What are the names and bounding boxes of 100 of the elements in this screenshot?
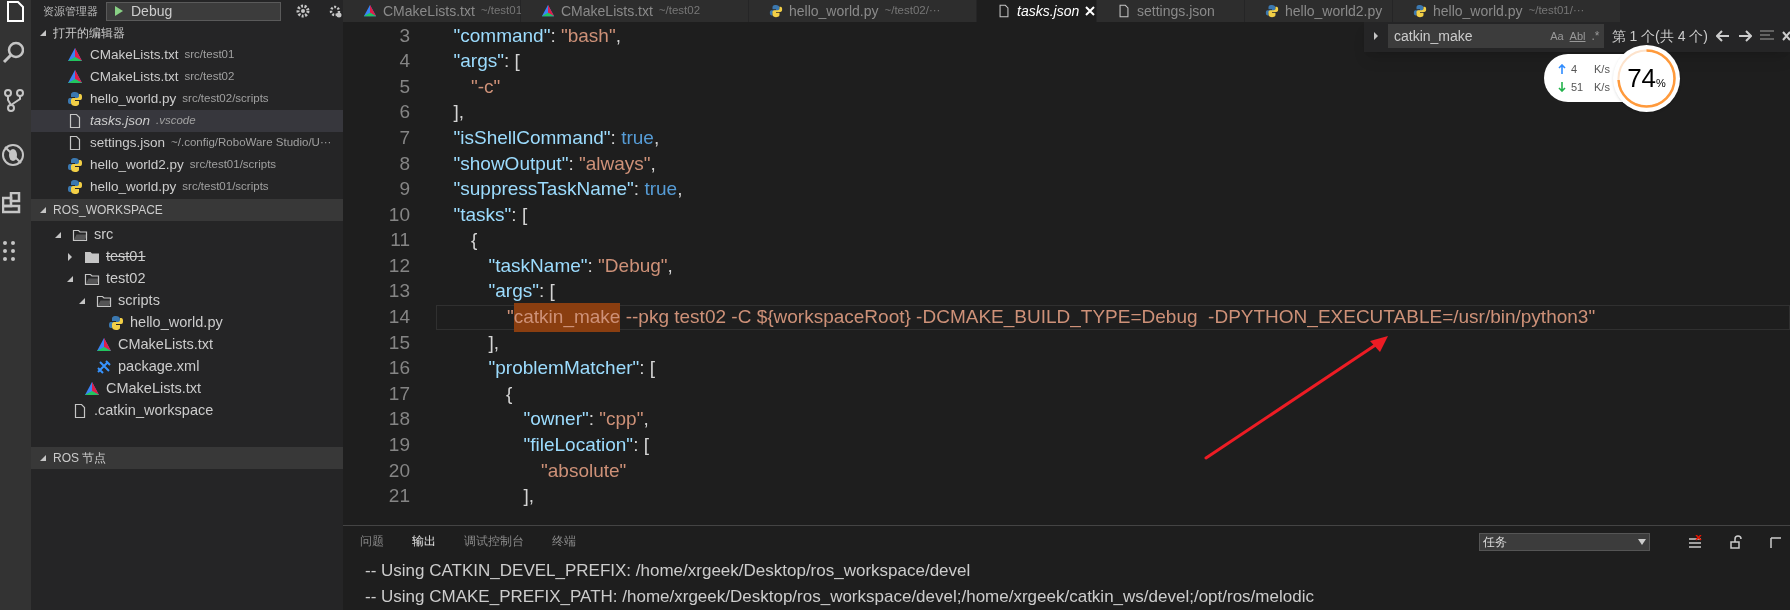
toggle-replace-icon[interactable] — [1372, 32, 1380, 40]
collapse-caret-icon[interactable] — [66, 275, 74, 283]
maximize-icon[interactable] — [1770, 535, 1782, 549]
python-icon — [769, 4, 783, 18]
settings-icon[interactable] — [327, 3, 343, 19]
regex-toggle[interactable]: .* — [1591, 27, 1600, 45]
collapse-caret-icon[interactable] — [78, 297, 86, 305]
dropdown-caret-icon — [1638, 539, 1646, 545]
folder-icon — [96, 293, 112, 309]
cmake-icon — [363, 4, 377, 18]
panel-tab[interactable]: 输出 — [412, 533, 436, 551]
gear-icon[interactable] — [295, 3, 311, 19]
line-number: 13 — [387, 279, 410, 304]
line-number: 19 — [387, 433, 410, 458]
search-icon[interactable] — [2, 40, 24, 64]
open-editor-item[interactable]: CMakeLists.txt src/test02 — [31, 66, 343, 88]
open-editor-item[interactable]: settings.json ~/.config/RoboWare Studio/U··· — [31, 132, 343, 154]
open-editor-item[interactable]: tasks.json .vscode — [31, 110, 343, 132]
file-icon — [67, 113, 83, 129]
whole-word-toggle[interactable]: Abl — [1569, 27, 1586, 45]
code-line: "tasks": [ — [452, 202, 528, 227]
section-header[interactable]: ROS_WORKSPACE — [31, 199, 343, 221]
selection-icon[interactable] — [1760, 30, 1774, 42]
editor-tab[interactable]: hello_world2.py — [1245, 0, 1393, 22]
line-number: 11 — [389, 228, 410, 253]
code-line: "owner": "cpp", — [522, 407, 649, 432]
file-item[interactable]: CMakeLists.txt — [31, 378, 343, 400]
collapse-caret-icon[interactable] — [39, 206, 47, 214]
line-number: 3 — [398, 23, 410, 48]
cmake-icon — [96, 337, 112, 353]
collapse-caret-icon[interactable] — [39, 29, 47, 37]
open-editor-item[interactable]: hello_world.py src/test01/scripts — [31, 176, 343, 198]
collapse-caret-icon[interactable] — [54, 231, 62, 239]
match-case-toggle[interactable]: Aa — [1550, 27, 1564, 45]
panel-tab[interactable]: 问题 — [360, 533, 384, 551]
no-bug-icon[interactable] — [2, 143, 24, 167]
down-arrow-icon — [1558, 82, 1566, 93]
python-icon — [67, 157, 83, 173]
folder-item[interactable]: test01 — [31, 246, 343, 268]
editor-tab[interactable]: hello_world.py ~/test01/··· — [1393, 0, 1621, 22]
sidebar-title: 资源管理器 — [43, 3, 98, 19]
expand-caret-icon[interactable] — [66, 253, 74, 261]
config-dropdown[interactable]: Debug — [106, 1, 281, 21]
collapse-caret-icon[interactable] — [39, 454, 47, 462]
panel-tab[interactable]: 终端 — [552, 533, 576, 551]
line-number: 14 — [387, 305, 410, 330]
file-item[interactable]: CMakeLists.txt — [31, 334, 343, 356]
code-line: "fileLocation": [ — [522, 433, 649, 458]
lock-icon[interactable] — [1730, 535, 1742, 549]
folder-item[interactable]: src — [31, 224, 343, 246]
panel-tab[interactable]: 调试控制台 — [464, 533, 524, 551]
file-item[interactable]: hello_world.py — [31, 312, 343, 334]
editor-tab[interactable]: settings.json — [1097, 0, 1245, 22]
open-editor-item[interactable]: hello_world.py src/test02/scripts — [31, 88, 343, 110]
speed-unit: K/s — [1594, 61, 1610, 77]
open-editor-item[interactable]: hello_world2.py src/test01/scripts — [31, 154, 343, 176]
line-number: 9 — [398, 177, 410, 202]
code-line: { — [505, 381, 513, 406]
match-count: 第 1 个(共 4 个) — [1611, 26, 1708, 46]
cmake-icon — [67, 47, 83, 63]
close-icon[interactable] — [1782, 30, 1790, 42]
editor-tab[interactable]: CMakeLists.txt ~/test02 — [521, 0, 749, 22]
usage-unit: % — [1656, 77, 1666, 92]
file-item[interactable]: package.xml — [31, 356, 343, 378]
line-number: 8 — [398, 151, 410, 176]
file-icon — [72, 403, 88, 419]
editor-tab[interactable]: tasks.json — [977, 0, 1097, 22]
code-line: ], — [487, 330, 500, 355]
clear-output-icon[interactable] — [1688, 535, 1702, 549]
line-number: 16 — [387, 356, 410, 381]
arrow-left-icon[interactable] — [1716, 30, 1730, 42]
line-number: 5 — [398, 74, 410, 99]
python-icon — [67, 179, 83, 195]
editor-tab[interactable]: hello_world.py ~/test02/··· — [749, 0, 977, 22]
open-editor-item[interactable]: CMakeLists.txt src/test01 — [31, 44, 343, 66]
folder-item[interactable]: test02 — [31, 268, 343, 290]
find-input[interactable]: catkin_make Aa Abl .* — [1388, 24, 1604, 48]
python-icon — [1265, 4, 1279, 18]
file-icon — [1117, 4, 1131, 18]
python-icon — [67, 91, 83, 107]
python-icon — [108, 315, 124, 331]
line-number: 17 — [387, 381, 410, 406]
file-icon — [67, 135, 83, 151]
play-icon — [115, 6, 123, 16]
code-line: "suppressTaskName": true, — [452, 177, 683, 202]
line-number: 20 — [387, 458, 410, 483]
file-item[interactable]: .catkin_workspace — [31, 400, 343, 422]
code-line: "-c" — [470, 74, 501, 99]
code-line: "args": [ — [487, 279, 555, 304]
code-line: ], — [452, 100, 465, 125]
line-number: 6 — [398, 100, 410, 125]
editor-tab[interactable]: CMakeLists.txt ~/test01 — [343, 0, 521, 22]
section-header[interactable]: ROS 节点 — [31, 447, 343, 469]
code-line: { — [470, 228, 478, 253]
branch-icon[interactable] — [2, 88, 24, 112]
code-line: "taskName": "Debug", — [487, 253, 673, 278]
output-line: -- Using CMAKE_PREFIX_PATH: /home/xrgeek/Desktop/ros_workspace/devel;/home/xrgeek/catkin_ws/devel;/opt/ros/melodic — [364, 586, 1315, 608]
output-channel-dropdown[interactable]: 任务 — [1479, 533, 1650, 551]
arrow-right-icon[interactable] — [1738, 30, 1752, 42]
folder-item[interactable]: scripts — [31, 290, 343, 312]
